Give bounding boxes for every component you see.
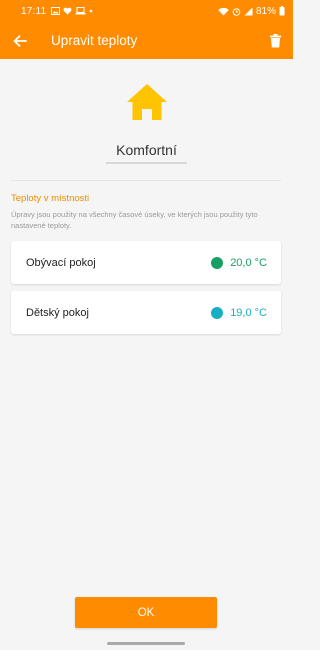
app-bar: Upravit teploty bbox=[0, 22, 293, 59]
dot-icon bbox=[89, 9, 93, 13]
room-temperature: 19,0 °C bbox=[230, 306, 267, 319]
house-icon bbox=[127, 84, 167, 120]
battery-percent: 81% bbox=[255, 5, 276, 17]
image-icon bbox=[51, 7, 61, 15]
room-temp-wrap: 20,0 °C bbox=[211, 256, 267, 269]
room-color-dot bbox=[211, 256, 224, 269]
laptop-icon bbox=[75, 7, 86, 15]
battery-icon bbox=[279, 6, 285, 16]
home-indicator bbox=[107, 642, 185, 645]
screen: 17:11 81% Upravit teploty Komfortní Tepl… bbox=[0, 0, 293, 650]
room-card-obyvaci-pokoj[interactable]: Obývací pokoj 20,0 °C bbox=[11, 241, 281, 284]
status-right-icons: 81% bbox=[218, 6, 285, 17]
room-name: Obývací pokoj bbox=[26, 256, 96, 269]
signal-icon bbox=[244, 7, 253, 15]
section-title: Teploty v místnosti bbox=[11, 193, 90, 204]
mode-name-field[interactable]: Komfortní bbox=[106, 142, 187, 164]
wifi-icon bbox=[218, 7, 229, 15]
status-left-icons bbox=[51, 7, 93, 15]
back-arrow-icon bbox=[13, 34, 27, 47]
ok-button[interactable]: OK bbox=[75, 597, 217, 628]
heart-icon bbox=[63, 7, 72, 15]
room-temperature: 20,0 °C bbox=[230, 256, 267, 269]
page-title: Upravit teploty bbox=[51, 33, 138, 48]
delete-button[interactable] bbox=[257, 22, 293, 59]
room-card-detsky-pokoj[interactable]: Dětský pokoj 19,0 °C bbox=[11, 291, 281, 334]
back-button[interactable] bbox=[2, 22, 38, 59]
section-description: Úpravy jsou použity na všechny časové ús… bbox=[11, 210, 258, 230]
room-name: Dětský pokoj bbox=[26, 306, 89, 319]
trash-icon bbox=[269, 33, 281, 47]
room-temp-wrap: 19,0 °C bbox=[211, 306, 267, 319]
status-bar: 17:11 81% bbox=[0, 0, 293, 22]
status-time: 17:11 bbox=[21, 5, 47, 17]
alarm-icon bbox=[232, 7, 241, 16]
divider bbox=[11, 180, 281, 181]
room-color-dot bbox=[211, 306, 224, 319]
